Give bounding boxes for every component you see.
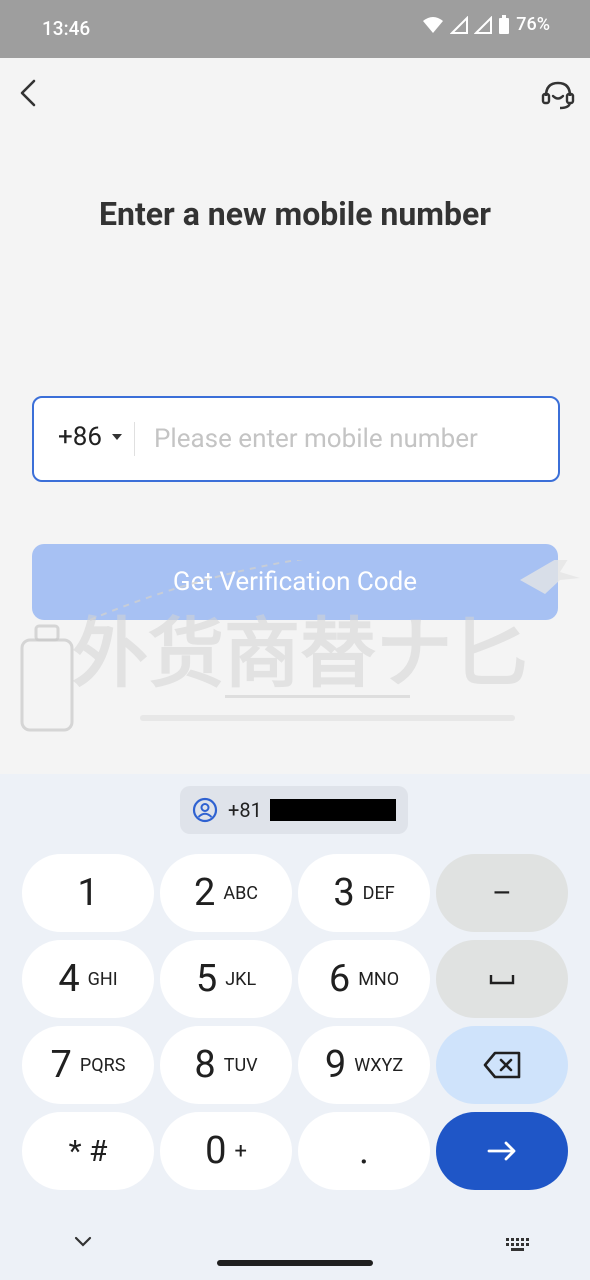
country-code: +86: [58, 422, 102, 452]
key-6[interactable]: 6 MNO: [298, 940, 430, 1018]
signal-icon: [450, 15, 469, 34]
page-title: Enter a new mobile number: [99, 195, 491, 233]
get-verification-code-button[interactable]: Get Verification Code: [32, 544, 558, 620]
redacted-number: [269, 799, 396, 821]
battery-icon: [499, 14, 510, 34]
key-backspace[interactable]: [436, 1026, 568, 1104]
key-5[interactable]: 5 JKL: [160, 940, 292, 1018]
wifi-icon: [423, 16, 444, 33]
backspace-icon: [483, 1051, 521, 1079]
key-8[interactable]: 8 TUV: [160, 1026, 292, 1104]
watermark-text: 外货商替ナ匕: [72, 609, 528, 698]
home-indicator: [217, 1260, 373, 1266]
keyboard-icon[interactable]: [504, 1236, 530, 1254]
phone-number-field: +86: [32, 396, 560, 482]
caret-down-icon: [111, 434, 122, 440]
country-code-selector[interactable]: +86: [58, 422, 122, 452]
status-icons: 76%: [422, 14, 550, 35]
signal-icon-2: [474, 15, 493, 34]
chevron-down-icon[interactable]: [70, 1232, 96, 1252]
status-bar: 13:46 76%: [0, 0, 590, 58]
key-period[interactable]: .: [298, 1112, 430, 1190]
key-star-hash[interactable]: * #: [22, 1112, 154, 1190]
key-enter[interactable]: [436, 1112, 568, 1190]
space-icon: [489, 975, 515, 985]
field-divider: [134, 422, 135, 456]
key-0[interactable]: 0 +: [160, 1112, 292, 1190]
headset-support-icon[interactable]: [540, 76, 576, 112]
contact-icon: [192, 797, 218, 823]
autofill-suggestion-chip[interactable]: +81: [180, 786, 408, 834]
key-dash[interactable]: –: [436, 854, 568, 932]
key-7[interactable]: 7 PQRS: [22, 1026, 154, 1104]
arrow-right-icon: [487, 1141, 516, 1161]
numeric-keyboard: +81 1 2 ABC 3 DEF – 4 GHI 5 JKL 6 MNO 7 PQRS 8…: [0, 774, 590, 1280]
battery-level: 76%: [516, 14, 550, 35]
key-1[interactable]: 1: [22, 854, 154, 932]
key-4[interactable]: 4 GHI: [22, 940, 154, 1018]
back-icon[interactable]: [14, 78, 44, 108]
key-3[interactable]: 3 DEF: [298, 854, 430, 932]
status-time: 13:46: [42, 17, 91, 40]
key-space[interactable]: [436, 940, 568, 1018]
suggestion-text: +81: [228, 798, 262, 822]
key-9[interactable]: 9 WXYZ: [298, 1026, 430, 1104]
key-2[interactable]: 2 ABC: [160, 854, 292, 932]
mobile-number-input[interactable]: [152, 414, 546, 464]
